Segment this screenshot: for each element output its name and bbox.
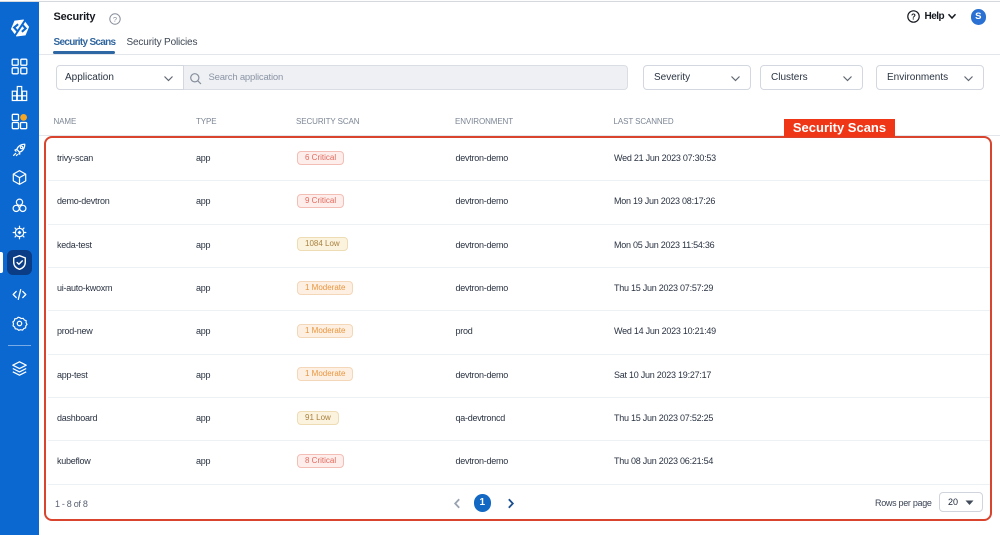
svg-text:?: ? [911,13,916,22]
svg-text:?: ? [113,15,117,24]
